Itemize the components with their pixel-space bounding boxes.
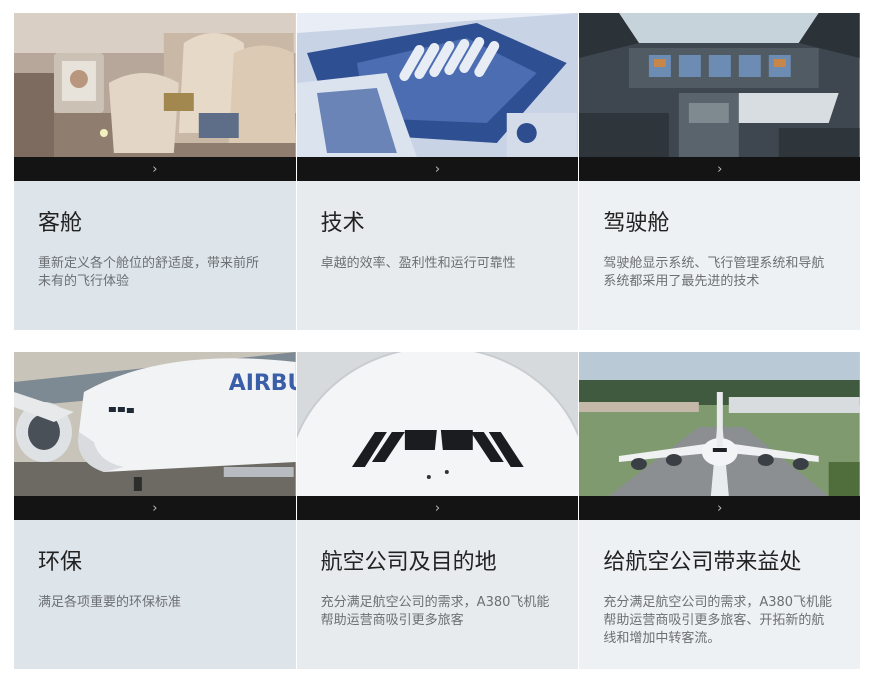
card-title[interactable]: 航空公司及目的地 (321, 544, 555, 576)
card-title[interactable]: 驾驶舱 (603, 205, 836, 237)
airbus-logo: AIRBUS (229, 371, 296, 396)
card-arrow-bar[interactable]: › (579, 157, 861, 181)
chevron-right-icon: › (434, 500, 441, 516)
card-description: 满足各项重要的环保标准 (38, 595, 182, 610)
card-description: 重新定义各个舱位的舒适度，带来前所未有的飞行体验 (38, 256, 260, 289)
feature-card-environment[interactable]: AIRBUS › 环保 满足各项重要的环保标准 (14, 352, 296, 669)
card-description: 充分满足航空公司的需求，A380飞机能帮助运营商吸引更多旅客、开拓新的航线和增加… (603, 595, 833, 646)
feature-card-airline-benefits[interactable]: › 给航空公司带来益处 充分满足航空公司的需求，A380飞机能帮助运营商吸引更多… (579, 352, 861, 669)
card-arrow-bar[interactable]: › (579, 496, 861, 520)
feature-row-2: AIRBUS › 环保 满足各项重要的环保标准 (14, 352, 861, 669)
card-description: 卓越的效率、盈利性和运行可靠性 (320, 256, 516, 271)
feature-row-1: › 客舱 重新定义各个舱位的舒适度，带来前所未有的飞行体验 › 技术 卓越的效率… (14, 13, 861, 330)
card-title[interactable]: 技术 (321, 205, 555, 237)
card-body: 航空公司及目的地 充分满足航空公司的需求，A380飞机能帮助运营商吸引更多旅客 (296, 520, 579, 669)
card-body: 驾驶舱 驾驶舱显示系统、飞行管理系统和导航系统都采用了最先进的技术 (579, 181, 861, 330)
card-body: 客舱 重新定义各个舱位的舒适度，带来前所未有的飞行体验 (14, 181, 296, 330)
feature-card-cabin[interactable]: › 客舱 重新定义各个舱位的舒适度，带来前所未有的飞行体验 (14, 13, 296, 330)
feature-grid: › 客舱 重新定义各个舱位的舒适度，带来前所未有的飞行体验 › 技术 卓越的效率… (14, 13, 861, 669)
aircraft-nose-photo[interactable] (296, 352, 579, 496)
card-arrow-bar[interactable]: › (14, 157, 296, 181)
feature-card-technology[interactable]: › 技术 卓越的效率、盈利性和运行可靠性 (296, 13, 579, 330)
card-title[interactable]: 给航空公司带来益处 (603, 544, 836, 576)
card-description: 驾驶舱显示系统、飞行管理系统和导航系统都采用了最先进的技术 (603, 256, 825, 289)
chevron-right-icon: › (152, 500, 158, 516)
aircraft-runway-photo[interactable] (579, 352, 861, 496)
engine-technology-photo[interactable] (296, 13, 579, 157)
feature-card-airlines-destinations[interactable]: › 航空公司及目的地 充分满足航空公司的需求，A380飞机能帮助运营商吸引更多旅… (296, 352, 579, 669)
card-arrow-bar[interactable]: › (296, 496, 579, 520)
chevron-right-icon: › (717, 161, 723, 177)
feature-card-cockpit[interactable]: › 驾驶舱 驾驶舱显示系统、飞行管理系统和导航系统都采用了最先进的技术 (579, 13, 861, 330)
card-arrow-bar[interactable]: › (296, 157, 579, 181)
card-arrow-bar[interactable]: › (14, 496, 296, 520)
chevron-right-icon: › (717, 500, 723, 516)
card-title[interactable]: 客舱 (38, 205, 272, 237)
cabin-seats-photo[interactable] (14, 13, 296, 157)
chevron-right-icon: › (434, 161, 441, 177)
chevron-right-icon: › (152, 161, 158, 177)
aircraft-side-photo[interactable]: AIRBUS (14, 352, 296, 496)
card-body: 技术 卓越的效率、盈利性和运行可靠性 (296, 181, 579, 330)
card-body: 环保 满足各项重要的环保标准 (14, 520, 296, 669)
card-description: 充分满足航空公司的需求，A380飞机能帮助运营商吸引更多旅客 (320, 595, 550, 628)
cockpit-photo[interactable] (579, 13, 861, 157)
card-title[interactable]: 环保 (38, 544, 272, 576)
card-body: 给航空公司带来益处 充分满足航空公司的需求，A380飞机能帮助运营商吸引更多旅客… (579, 520, 861, 669)
